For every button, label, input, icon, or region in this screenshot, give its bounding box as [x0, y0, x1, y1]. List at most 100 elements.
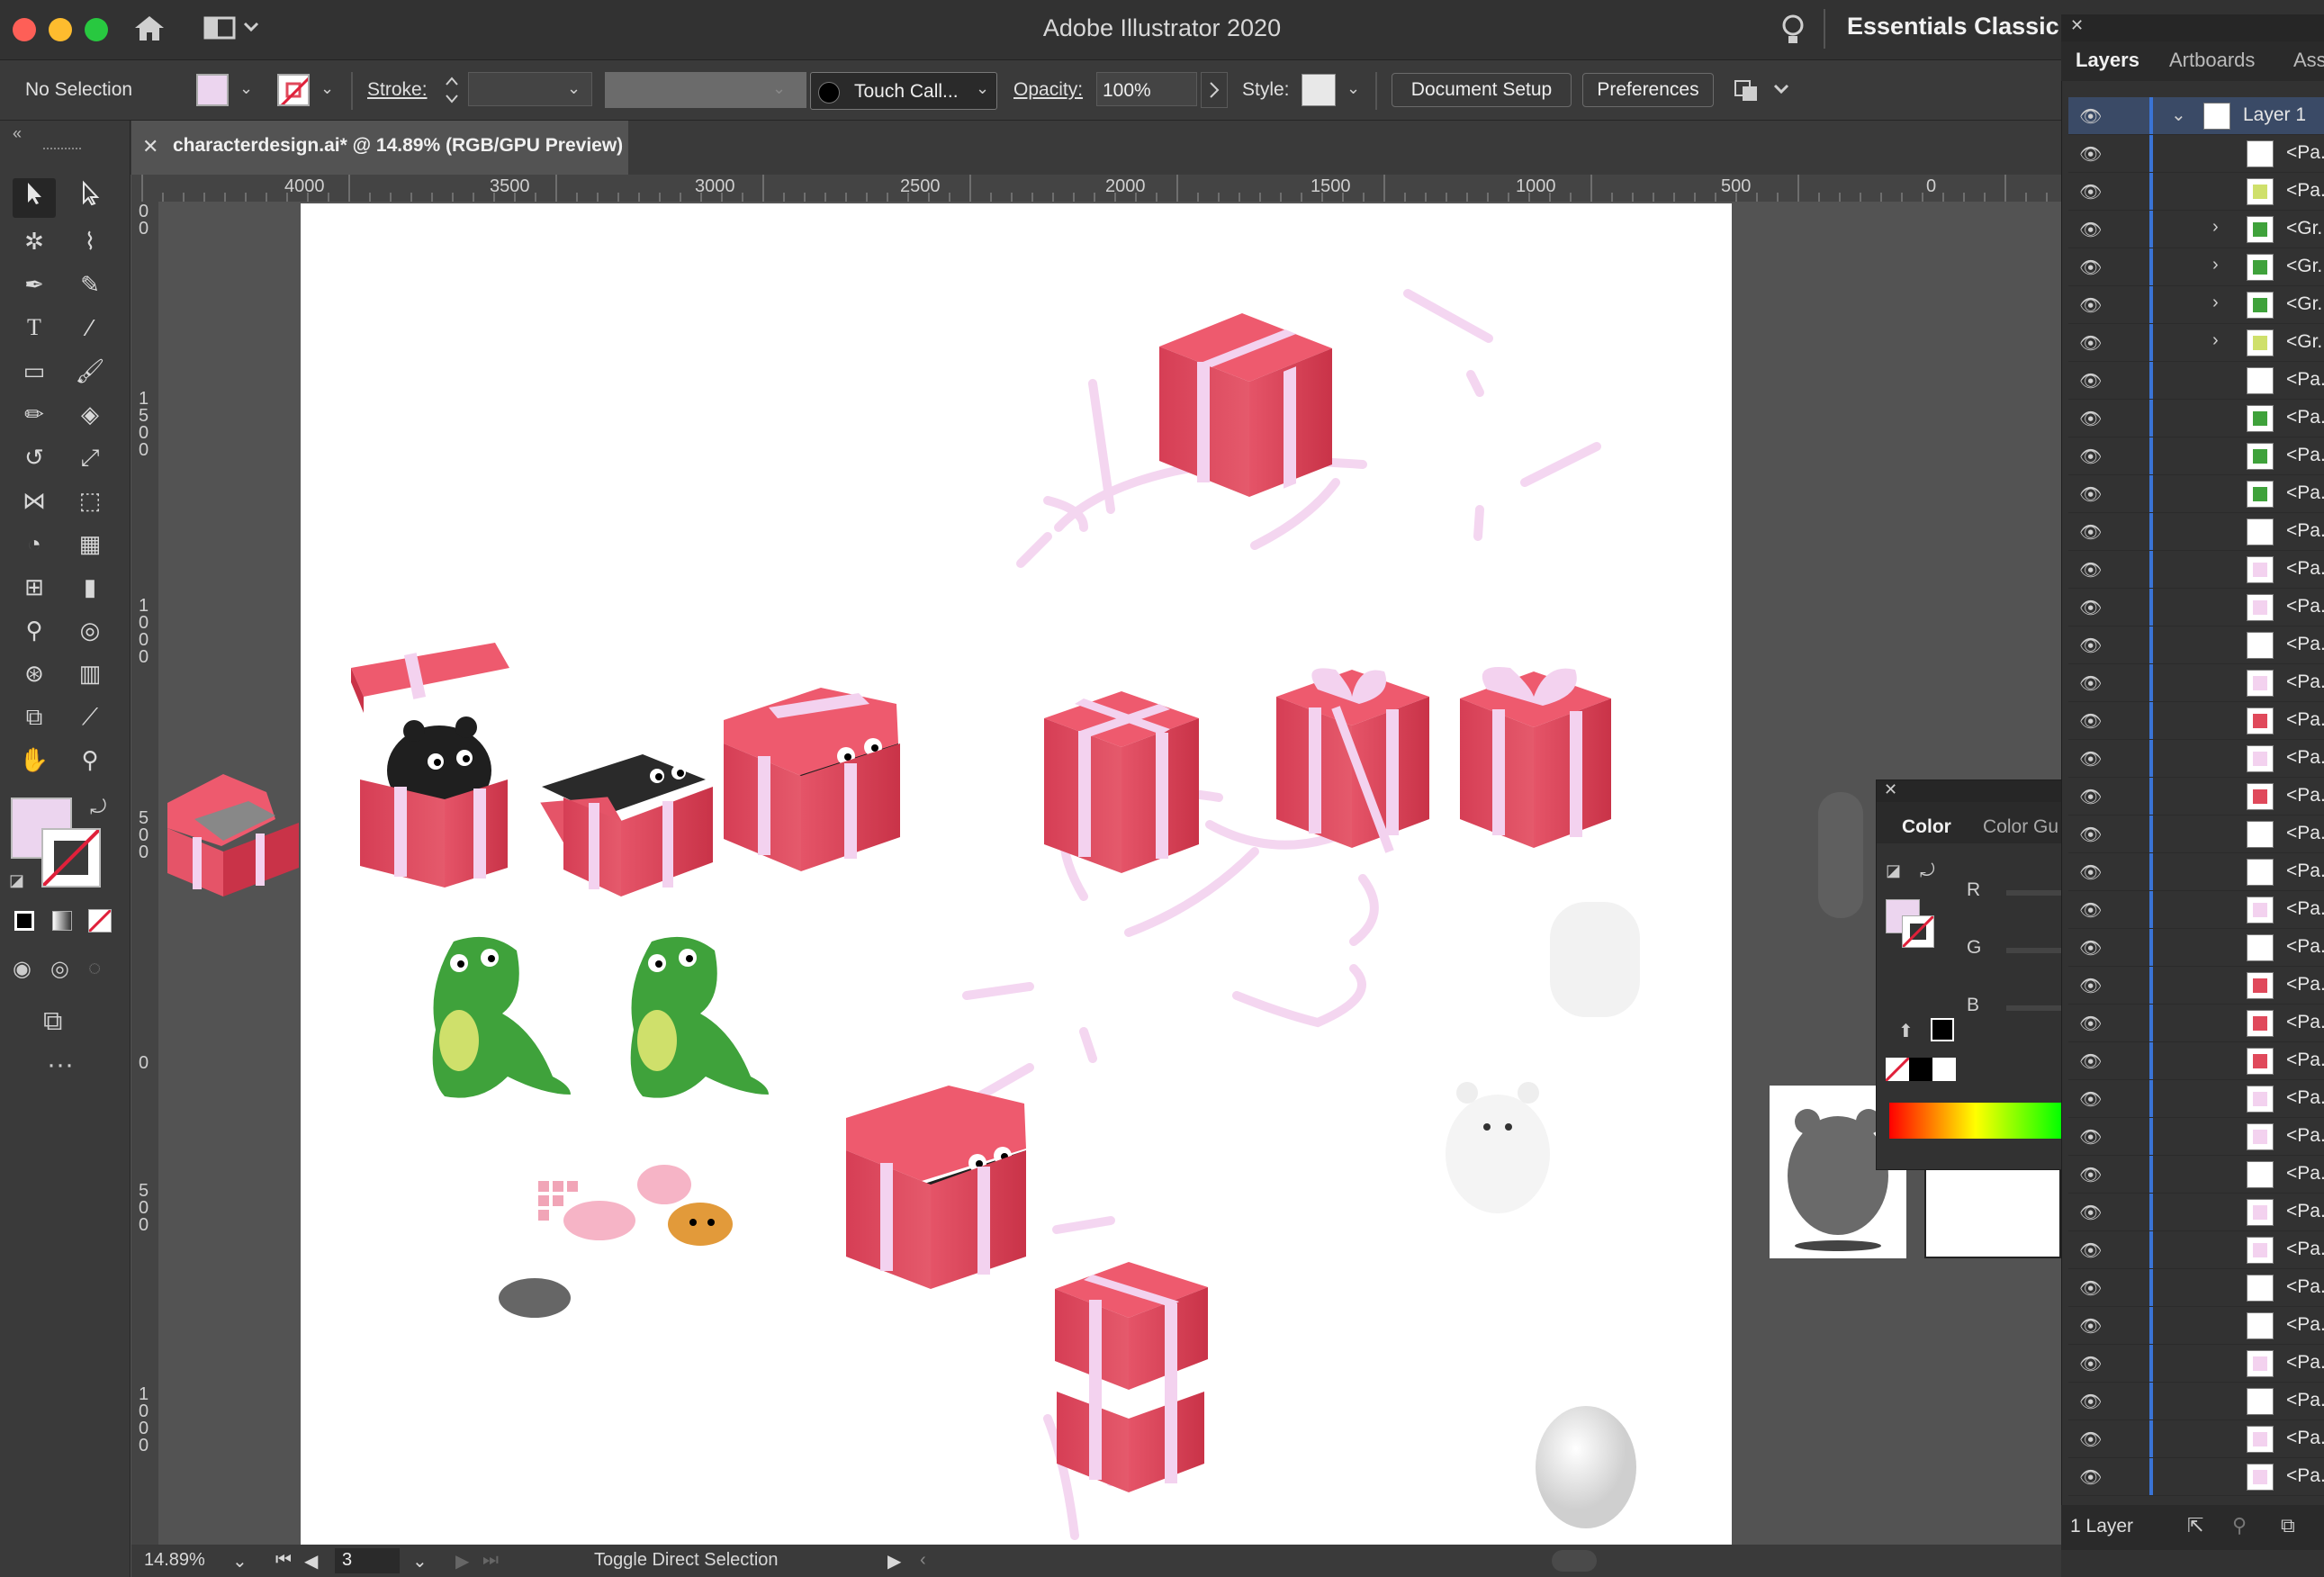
black-swatch[interactable] — [1909, 1058, 1932, 1081]
brush-chevron-icon[interactable]: ⌄ — [976, 79, 989, 98]
visibility-eye-icon[interactable]: 👁 — [2079, 1013, 2102, 1035]
visibility-eye-icon[interactable]: 👁 — [2079, 1050, 2102, 1073]
layer-row[interactable]: 👁 <Pa... — [2068, 475, 2324, 513]
layer-row[interactable]: 👁 <Pa... — [2068, 1458, 2324, 1496]
horizontal-ruler[interactable]: 4000 3500 3000 2500 2000 1500 1000 500 0 — [131, 175, 2061, 203]
selection-tool-icon[interactable] — [13, 178, 56, 218]
tab-assets[interactable]: Ass — [2293, 49, 2324, 72]
visibility-eye-icon[interactable]: 👁 — [2079, 143, 2102, 166]
locate-object-icon[interactable]: ⚲ — [2232, 1514, 2247, 1537]
visibility-eye-icon[interactable]: 👁 — [2079, 181, 2102, 203]
tab-color[interactable]: Color — [1902, 816, 1951, 838]
visibility-eye-icon[interactable]: 👁 — [2079, 294, 2102, 317]
profile-chevron-icon[interactable]: ⌄ — [772, 79, 786, 98]
visibility-eye-icon[interactable]: 👁 — [2079, 861, 2102, 884]
opacity-label[interactable]: Opacity: — [1013, 79, 1083, 101]
scale-tool-icon[interactable]: ⤢ — [68, 437, 112, 477]
visibility-eye-icon[interactable]: 👁 — [2079, 597, 2102, 619]
visibility-eye-icon[interactable]: 👁 — [2079, 899, 2102, 922]
default-colors-icon[interactable]: ◪ — [1886, 861, 1901, 880]
line-segment-tool-icon[interactable]: ⁄ — [68, 308, 112, 347]
layer-row[interactable]: 👁 <Pa... — [2068, 891, 2324, 929]
shaper-tool-icon[interactable]: ✏ — [13, 394, 56, 434]
tab-color-guide[interactable]: Color Gu — [1983, 816, 2058, 838]
visibility-eye-icon[interactable]: 👁 — [2079, 975, 2102, 997]
visibility-eye-icon[interactable]: 👁 — [2079, 1391, 2102, 1413]
zoom-chevron-icon[interactable]: ⌄ — [232, 1550, 248, 1572]
layer-row[interactable]: 👁 <Pa... — [2068, 778, 2324, 816]
visibility-eye-icon[interactable]: 👁 — [2079, 1277, 2102, 1300]
visibility-eye-icon[interactable]: 👁 — [2079, 710, 2102, 733]
artboard[interactable] — [301, 203, 1732, 1545]
paintbrush-tool-icon[interactable]: 🖌 — [68, 351, 112, 391]
tab-layers[interactable]: Layers — [2076, 49, 2139, 72]
expand-chevron-icon[interactable]: › — [2212, 330, 2219, 351]
channel-b-slider[interactable] — [2006, 1005, 2062, 1011]
layer-row[interactable]: 👁 <Pa... — [2068, 626, 2324, 664]
artboard-chevron-icon[interactable]: ⌄ — [412, 1550, 428, 1572]
artboard-number-input[interactable]: 3 — [335, 1548, 400, 1573]
brush-definition-dropdown[interactable]: Touch Call... — [810, 72, 997, 110]
visibility-eye-icon[interactable]: 👁 — [2079, 824, 2102, 846]
arrange-icon[interactable] — [1732, 74, 1795, 111]
layer-row[interactable]: 👁 <Pa... — [2068, 173, 2324, 211]
layer-row-layer-1[interactable]: 👁 ⌄ Layer 1 — [2068, 97, 2324, 135]
style-chevron-icon[interactable]: ⌄ — [1347, 79, 1360, 98]
visibility-eye-icon[interactable]: 👁 — [2079, 1466, 2102, 1489]
hand-tool-icon[interactable]: ✋ — [13, 740, 56, 779]
out-of-gamut-icon[interactable]: ⬆ — [1898, 1020, 1914, 1042]
visibility-eye-icon[interactable]: 👁 — [2079, 635, 2102, 657]
layer-row[interactable]: 👁 <Pa... — [2068, 853, 2324, 891]
visibility-eye-icon[interactable]: 👁 — [2079, 521, 2102, 544]
zoom-tool-icon[interactable]: ⚲ — [68, 740, 112, 779]
layer-row[interactable]: 👁 <Pa... — [2068, 1420, 2324, 1458]
expand-chevron-icon[interactable]: › — [2212, 255, 2219, 275]
last-artboard-icon[interactable]: ⏭ — [482, 1550, 499, 1571]
visibility-eye-icon[interactable]: 👁 — [2079, 672, 2102, 695]
gradient-tool-icon[interactable]: ▮ — [68, 567, 112, 607]
stroke-dropdown-chevron-icon[interactable]: ⌄ — [320, 79, 334, 98]
layer-row[interactable]: 👁 <Pa... — [2068, 135, 2324, 173]
color-spectrum[interactable] — [1889, 1103, 2062, 1139]
layer-row[interactable]: 👁 <Pa... — [2068, 816, 2324, 853]
opacity-input[interactable]: 100% — [1096, 72, 1197, 106]
gradient-mode-icon[interactable] — [52, 911, 72, 931]
free-transform-tool-icon[interactable]: ⬚ — [68, 481, 112, 520]
swap-fill-stroke-icon[interactable]: ⤾ — [90, 796, 106, 819]
layer-row[interactable]: 👁 <Pa... — [2068, 1118, 2324, 1156]
rotate-tool-icon[interactable]: ↺ — [13, 437, 56, 477]
draw-behind-icon[interactable]: ◎ — [50, 956, 69, 982]
lasso-tool-icon[interactable]: ⌇ — [68, 221, 112, 261]
horizontal-scroll-thumb[interactable] — [1552, 1550, 1597, 1572]
visibility-eye-icon[interactable]: 👁 — [2079, 257, 2102, 279]
layer-row[interactable]: 👁 <Pa... — [2068, 929, 2324, 967]
collapse-chevron-icon[interactable]: ⌄ — [2171, 104, 2186, 126]
column-graph-tool-icon[interactable]: ▥ — [68, 653, 112, 693]
expand-chevron-icon[interactable]: › — [2212, 217, 2219, 238]
rectangle-tool-icon[interactable]: ▭ — [13, 351, 56, 391]
visibility-eye-icon[interactable]: 👁 — [2079, 1126, 2102, 1149]
fill-color-swatch[interactable] — [196, 74, 229, 106]
close-panel-icon[interactable]: ✕ — [1884, 780, 1897, 799]
visibility-eye-icon[interactable]: 👁 — [2079, 1202, 2102, 1224]
stroke-color-swatch[interactable] — [277, 74, 310, 106]
eraser-tool-icon[interactable]: ◈ — [68, 394, 112, 434]
layer-row[interactable]: 👁 <Pa... — [2068, 362, 2324, 400]
next-artboard-icon[interactable]: ▶ — [455, 1550, 469, 1572]
stroke-weight-chevron-icon[interactable]: ⌄ — [567, 79, 581, 98]
scroll-left-icon[interactable]: ‹ — [920, 1550, 926, 1571]
layer-row[interactable]: 👁 <Pa... — [2068, 967, 2324, 1005]
opacity-slider-button[interactable] — [1201, 72, 1228, 108]
slice-tool-icon[interactable]: ⟋ — [68, 697, 112, 736]
layer-row[interactable]: 👁 <Pa... — [2068, 1307, 2324, 1345]
close-tab-icon[interactable]: ✕ — [142, 135, 158, 158]
export-icon[interactable]: ⇱ — [2187, 1514, 2203, 1537]
collapse-panel-icon[interactable]: « — [13, 124, 22, 143]
layer-row[interactable]: 👁 › <Gr... — [2068, 286, 2324, 324]
previous-artboard-icon[interactable]: ◀ — [304, 1550, 318, 1572]
visibility-eye-icon[interactable]: 👁 — [2079, 1353, 2102, 1375]
vertical-ruler[interactable]: 0 0 1 5 0 0 1 0 0 0 5 0 0 0 5 0 0 1 0 0 … — [131, 202, 159, 1552]
visibility-eye-icon[interactable]: 👁 — [2079, 1164, 2102, 1186]
visibility-eye-icon[interactable]: 👁 — [2079, 370, 2102, 392]
default-fill-stroke-icon[interactable]: ◪ — [9, 871, 24, 890]
